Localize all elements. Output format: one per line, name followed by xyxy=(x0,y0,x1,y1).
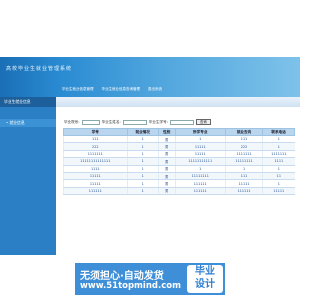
col-header-gender[interactable]: 性别 xyxy=(157,128,176,136)
cell-major: 111111 xyxy=(174,187,226,196)
department-label: 毕业院系: xyxy=(64,119,80,124)
cell-major: 11111111111 xyxy=(174,157,226,166)
cell-destination: 111 xyxy=(224,135,263,144)
ad-url[interactable]: www.51topmind.com xyxy=(80,281,181,291)
cell-student-id[interactable]: 222 xyxy=(63,142,128,151)
table-row[interactable]: 222 1 男 11111 222 1 xyxy=(63,142,295,151)
cell-status: 1 xyxy=(126,150,159,159)
table-header-row: 学号 就业情况 性别 所学专业 就业去向 联系电话 xyxy=(63,128,295,136)
cell-status: 1 xyxy=(126,172,159,181)
cell-student-id[interactable]: 1111 xyxy=(63,165,128,173)
cell-destination: 1111111 xyxy=(224,150,263,159)
query-button[interactable]: 查询 xyxy=(195,119,211,125)
table-row[interactable]: 111111 1 男 111111 111111 11111 xyxy=(63,187,295,196)
cell-phone: 11 xyxy=(262,172,295,181)
cell-major: 11111 xyxy=(174,150,226,159)
sidebar-header: 毕业生就业信息 xyxy=(0,97,56,107)
cell-student-id[interactable]: 111111 xyxy=(63,187,128,196)
col-header-destination[interactable]: 就业去向 xyxy=(224,128,264,136)
cell-major: 11111 xyxy=(174,142,226,151)
col-header-major[interactable]: 所学专业 xyxy=(174,128,226,136)
cell-major: 1 xyxy=(174,165,226,173)
cell-phone: 11111 xyxy=(262,187,295,196)
employment-table: 学号 就业情况 性别 所学专业 就业去向 联系电话 111 1 男 1 111 … xyxy=(63,128,295,196)
cell-gender: 男 xyxy=(157,179,176,188)
col-header-phone[interactable]: 联系电话 xyxy=(262,128,295,136)
cell-status: 1 xyxy=(126,142,159,151)
name-label: 毕业生姓名: xyxy=(101,119,121,124)
name-input[interactable] xyxy=(122,119,147,125)
cell-status: 1 xyxy=(126,165,159,173)
sidebar-item-employment-info[interactable]: • 就业信息 xyxy=(0,119,56,127)
cell-phone: 1 xyxy=(262,179,295,188)
cell-student-id[interactable]: 11111 xyxy=(63,172,128,181)
top-nav: 毕业生就业信息管理 毕业生就业信息查询管理 退出系统 xyxy=(62,87,162,92)
table-row[interactable]: 1111111 1 男 11111 1111111 1111111 xyxy=(63,150,295,159)
table-row[interactable]: 111 1 男 1 111 1 xyxy=(63,135,295,144)
cell-phone: 1 xyxy=(262,135,295,144)
table-row[interactable]: 11111 1 男 11111111 111 11 xyxy=(63,172,295,181)
cell-gender: 男 xyxy=(157,187,176,196)
cell-gender: 男 xyxy=(157,150,176,159)
cell-status: 1 xyxy=(126,179,159,188)
nav-item-logout[interactable]: 退出系统 xyxy=(148,87,162,92)
department-select[interactable] xyxy=(81,119,100,125)
cell-destination: 11111 xyxy=(224,179,263,188)
cell-gender: 男 xyxy=(157,135,176,144)
cell-phone: 1 xyxy=(262,165,295,173)
cell-phone: 1111 xyxy=(262,157,295,166)
cell-status: 1 xyxy=(126,187,159,196)
col-header-status[interactable]: 就业情况 xyxy=(126,128,159,136)
cell-major: 1 xyxy=(174,135,226,144)
cell-student-id[interactable]: 11111 xyxy=(63,179,128,188)
main-toolbar xyxy=(56,97,300,107)
cell-phone: 1 xyxy=(262,142,295,151)
student-id-input[interactable] xyxy=(169,119,194,125)
table-row[interactable]: 1111 1 男 1 1 1 xyxy=(63,165,295,173)
cell-gender: 男 xyxy=(157,172,176,181)
cell-gender: 男 xyxy=(157,165,176,173)
ad-badge: 毕业 设计 xyxy=(187,265,223,293)
ad-badge-line2: 设计 xyxy=(195,279,215,290)
cell-student-id[interactable]: 11111111111111 xyxy=(63,157,128,166)
cell-student-id[interactable]: 1111111 xyxy=(63,150,128,159)
cell-gender: 男 xyxy=(157,142,176,151)
cell-student-id[interactable]: 111 xyxy=(63,135,128,144)
cell-destination: 1 xyxy=(224,165,263,173)
cell-destination: 222 xyxy=(224,142,263,151)
cell-major: 111111 xyxy=(174,179,226,188)
cell-destination: 111 xyxy=(224,172,263,181)
app-title: 高校毕业生就业管理系统 xyxy=(6,66,73,72)
ad-banner[interactable]: 无须担心·自动发货 www.51topmind.com 毕业 设计 xyxy=(75,263,225,295)
cell-status: 1 xyxy=(126,157,159,166)
cell-major: 11111111 xyxy=(174,172,226,181)
nav-item-query[interactable]: 毕业生就业信息查询管理 xyxy=(102,87,141,92)
app-header: 高校毕业生就业管理系统 毕业生就业信息管理 毕业生就业信息查询管理 退出系统 xyxy=(0,57,300,97)
sidebar: 毕业生就业信息 • 就业信息 xyxy=(0,97,56,255)
table-row[interactable]: 11111111111111 1 男 11111111111 11111111 … xyxy=(63,157,295,166)
search-bar: 毕业院系: 毕业生姓名: 毕业生学号: 查询 xyxy=(64,119,211,125)
table-row[interactable]: 11111 1 男 111111 11111 1 xyxy=(63,179,295,188)
nav-item-manage[interactable]: 毕业生就业信息管理 xyxy=(62,87,94,92)
main-panel: 毕业院系: 毕业生姓名: 毕业生学号: 查询 学号 就业情况 性别 所学专业 就… xyxy=(56,97,300,255)
ad-slogan: 无须担心·自动发货 xyxy=(80,271,164,282)
cell-destination: 11111111 xyxy=(224,157,263,166)
col-header-student-id[interactable]: 学号 xyxy=(63,128,128,136)
cell-status: 1 xyxy=(126,135,159,144)
cell-phone: 1111111 xyxy=(262,150,295,159)
student-id-label: 毕业生学号: xyxy=(148,119,168,124)
cell-destination: 111111 xyxy=(224,187,263,196)
ad-badge-line1: 毕业 xyxy=(195,266,215,277)
cell-gender: 男 xyxy=(157,157,176,166)
